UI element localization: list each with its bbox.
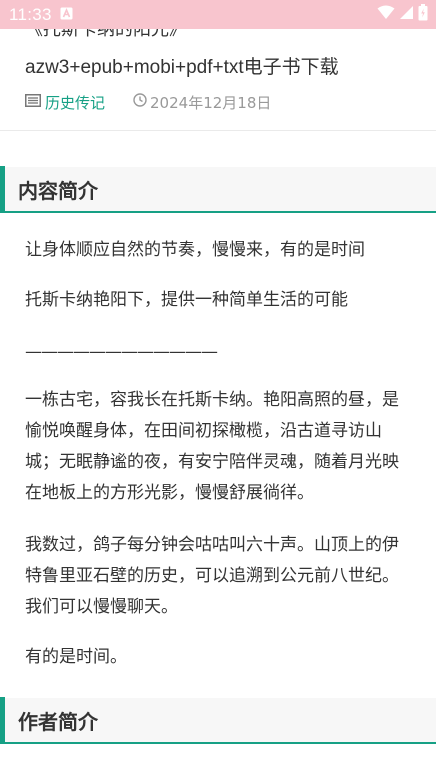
intro-paragraph: 我数过，鸽子每分钟会咕咕叫六十声。山顶上的伊特鲁里亚石壁的历史，可以追溯到公元前…	[25, 535, 399, 617]
status-bar: 11:33	[0, 0, 436, 29]
intro-paragraph: 托斯卡纳艳阳下，提供一种简单生活的可能	[25, 290, 348, 310]
category-link[interactable]: 历史传记	[25, 92, 105, 113]
intro-paragraph: 让身体顺应自然的节奏，慢慢来，有的是时间	[25, 240, 365, 260]
intro-paragraph: 有的是时间。	[25, 647, 127, 667]
wifi-icon	[377, 5, 395, 24]
book-formats-title[interactable]: azw3+epub+mobi+pdf+txt电子书下载	[25, 52, 339, 79]
intro-heading: 内容简介	[18, 178, 98, 203]
clock-icon	[133, 93, 147, 111]
section-accent-bar	[0, 166, 5, 212]
status-time: 11:33	[9, 4, 52, 24]
battery-icon	[418, 4, 428, 25]
notification-a-icon	[60, 5, 73, 24]
author-section-header: 作者简介	[0, 697, 436, 744]
list-icon	[25, 93, 41, 111]
author-heading: 作者简介	[18, 709, 98, 734]
intro-divider-line: ————————————	[25, 342, 218, 362]
book-name-cut: 《托斯卡纳的阳光》	[25, 29, 187, 40]
section-accent-bar	[0, 697, 5, 743]
intro-section-header: 内容简介	[0, 166, 436, 213]
intro-paragraph: 一栋古宅，容我长在托斯卡纳。艳阳高照的昼，是愉悦唤醒身体，在田间初探橄榄，沿古道…	[25, 390, 399, 503]
publish-date: 2024年12月18日	[133, 92, 271, 113]
book-meta: 历史传记 2024年12月18日	[25, 92, 271, 112]
date-label: 2024年12月18日	[150, 93, 272, 112]
signal-icon	[399, 5, 414, 24]
book-info-card: 《托斯卡纳的阳光》 azw3+epub+mobi+pdf+txt电子书下载 历史…	[0, 29, 436, 131]
category-label: 历史传记	[45, 93, 106, 112]
